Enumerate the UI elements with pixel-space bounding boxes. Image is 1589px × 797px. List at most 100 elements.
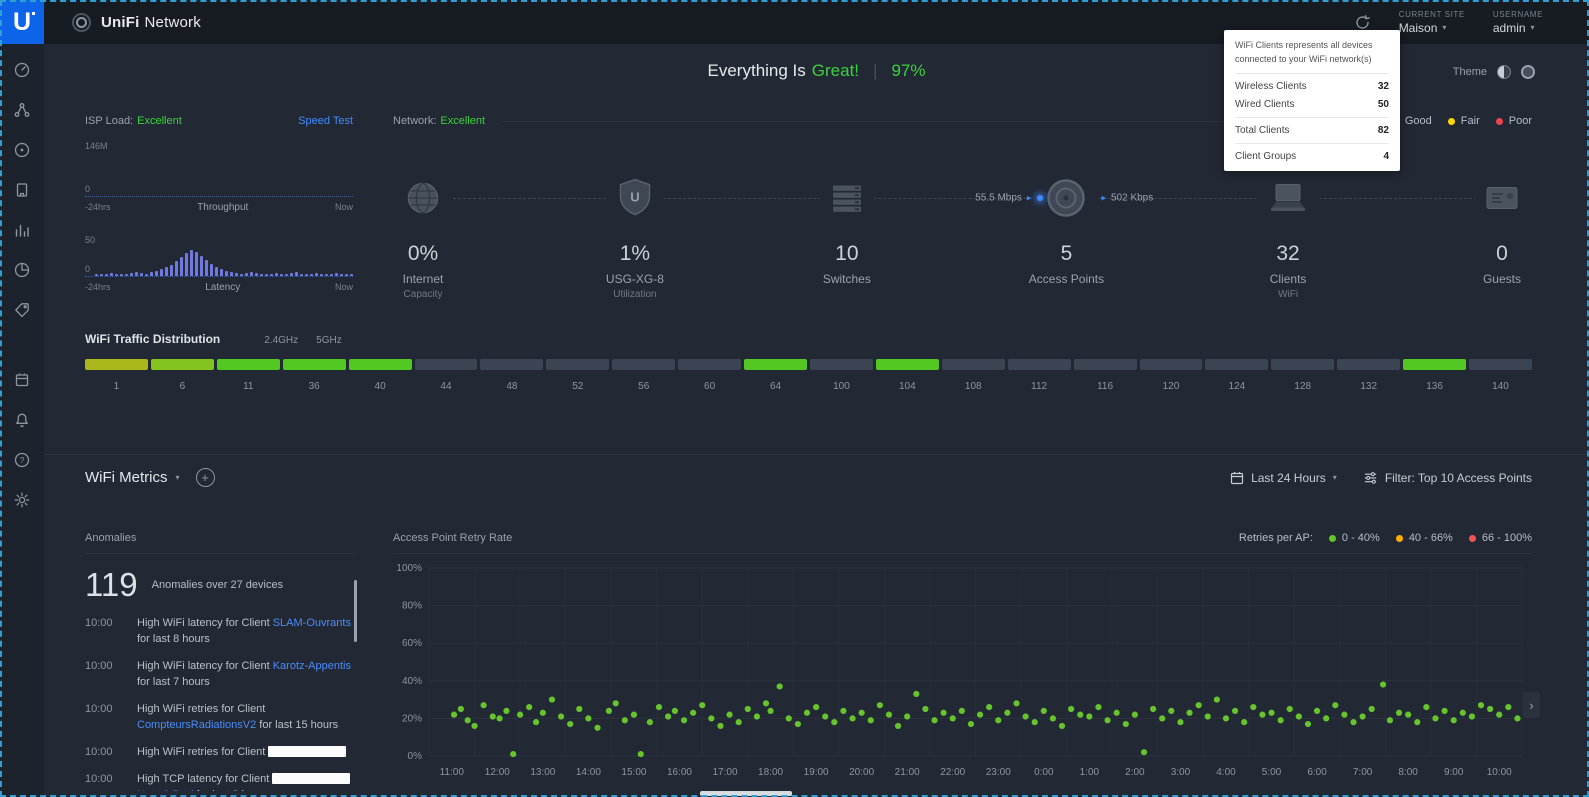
app-brand: UniFiNetwork: [72, 13, 201, 32]
horizontal-scrollbar[interactable]: [700, 791, 792, 796]
svg-text:23:00: 23:00: [986, 767, 1011, 778]
wifi-metrics-title: WiFi Metrics: [85, 469, 168, 486]
filter-selector[interactable]: Filter: Top 10 Access Points: [1363, 470, 1532, 485]
chevron-down-icon[interactable]: ▾: [176, 473, 180, 482]
current-site-selector[interactable]: CURRENT SITE Maison▾: [1399, 10, 1465, 35]
node-internet[interactable]: 0% Internet Capacity: [393, 167, 453, 300]
chevron-down-icon: ▾: [1442, 23, 1446, 32]
downlink-rate: 55.5 Mbps▸: [975, 193, 1031, 204]
sidebar-item-devices[interactable]: [0, 130, 44, 170]
node-clients[interactable]: 32 Clients WiFi: [1256, 167, 1320, 300]
bell-icon: [13, 411, 31, 429]
sidebar-item-clients[interactable]: [0, 170, 44, 210]
svg-text:U: U: [630, 190, 639, 205]
channel-labels: 1611364044485256606410010410811211612012…: [85, 381, 1532, 392]
add-metric-button[interactable]: +: [196, 468, 215, 487]
globe-icon: [404, 179, 442, 217]
refresh-icon[interactable]: [1354, 14, 1371, 31]
insights-icon: [13, 261, 31, 279]
svg-text:20:00: 20:00: [849, 767, 874, 778]
channel-36-segment: [283, 359, 346, 370]
anomalies-title: Anomalies: [85, 532, 357, 554]
svg-text:19:00: 19:00: [804, 767, 829, 778]
channel-label: 104: [876, 381, 939, 392]
theme-dark-toggle-icon[interactable]: [1521, 65, 1535, 79]
sidebar-item-alerts[interactable]: [0, 400, 44, 440]
ubiquiti-logo[interactable]: U: [0, 0, 44, 44]
sidebar-item-events[interactable]: [0, 360, 44, 400]
sidebar-item-help[interactable]: ?: [0, 440, 44, 480]
svg-text:5:00: 5:00: [1262, 767, 1282, 778]
chart-next-button[interactable]: ›: [1523, 692, 1540, 718]
sidebar-item-insights[interactable]: [0, 250, 44, 290]
svg-text:16:00: 16:00: [667, 767, 692, 778]
node-access-points[interactable]: 55.5 Mbps▸ ▸502 Kbps 5 Access Points: [1029, 167, 1104, 300]
time-range-selector[interactable]: Last 24 Hours ▾: [1230, 471, 1337, 485]
channel-label: 11: [217, 381, 280, 392]
svg-text:9:00: 9:00: [1444, 767, 1464, 778]
channel-label: 100: [810, 381, 873, 392]
channel-128-segment: [1271, 359, 1334, 370]
anomaly-text: High WiFi retries for Client: [137, 745, 346, 761]
svg-text:?: ?: [20, 455, 25, 465]
wifi-traffic-distribution: WiFi Traffic Distribution 2.4GHz5GHz 161…: [85, 332, 1532, 392]
uplink-dot-icon: [1037, 195, 1043, 201]
sidebar-item-dashboard[interactable]: [0, 50, 44, 90]
client-link[interactable]: CompteursRadiationsV2: [137, 719, 256, 731]
anomalies-panel: Anomalies 119 Anomalies over 27 devices …: [85, 532, 357, 791]
svg-text:0%: 0%: [408, 751, 423, 762]
node-switches[interactable]: 10 Switches: [817, 167, 877, 300]
anomaly-list-scrollbar[interactable]: [354, 580, 357, 642]
client-link[interactable]: Karotz-Appentis: [273, 660, 351, 672]
unifi-network-dashboard: { "topbar": { "brand_prefix": "UniFi", "…: [0, 0, 1589, 797]
sidebar-item-statistics[interactable]: [0, 210, 44, 250]
client-link[interactable]: Note 8 Pro(: [137, 789, 193, 792]
guests-badge-icon: [1485, 184, 1519, 212]
channel-label: 108: [942, 381, 1005, 392]
tooltip-row-total: Total Clients82: [1235, 118, 1389, 136]
health-legend: Good Fair Poor: [1392, 115, 1532, 127]
legend-poor: Poor: [1496, 115, 1532, 127]
svg-text:0:00: 0:00: [1034, 767, 1054, 778]
help-icon: ?: [13, 451, 31, 469]
channel-label: 136: [1403, 381, 1466, 392]
status-highlight: Great!: [812, 61, 859, 80]
channel-52-segment: [546, 359, 609, 370]
svg-text:4:00: 4:00: [1216, 767, 1236, 778]
latency-sparkline: 50 0 -24hrsLatencyNow: [85, 235, 353, 293]
channel-1-segment: [85, 359, 148, 370]
anomaly-summary: Anomalies over 27 devices: [152, 579, 283, 591]
theme-light-toggle-icon[interactable]: [1497, 65, 1511, 79]
channel-label: 36: [283, 381, 346, 392]
sidebar-item-tags[interactable]: [0, 290, 44, 330]
theme-control: Theme: [1453, 65, 1535, 79]
clients-icon: [13, 181, 31, 199]
sidebar-item-settings[interactable]: [0, 480, 44, 520]
channel-11-segment: [217, 359, 280, 370]
current-site-label: CURRENT SITE: [1399, 10, 1465, 19]
tag-icon: [13, 301, 31, 319]
svg-text:20%: 20%: [402, 713, 422, 724]
dashboard-icon: [13, 61, 31, 79]
svg-text:2:00: 2:00: [1125, 767, 1145, 778]
sidebar-item-topology[interactable]: [0, 90, 44, 130]
node-gateway[interactable]: U 1% USG-XG-8 Utilization: [605, 167, 665, 300]
username-label: USERNAME: [1493, 10, 1543, 19]
username-selector[interactable]: USERNAME admin▾: [1493, 10, 1543, 35]
svg-text:7:00: 7:00: [1353, 767, 1373, 778]
svg-text:22:00: 22:00: [940, 767, 965, 778]
anomaly-time: 10:00: [85, 745, 137, 761]
channel-label: 40: [349, 381, 412, 392]
anomaly-time: 10:00: [85, 772, 137, 791]
channel-140-segment: [1469, 359, 1532, 370]
uplink-rate: ▸502 Kbps: [1101, 193, 1153, 204]
wifi-clients-tooltip: WiFi Clients represents all devices conn…: [1224, 30, 1400, 171]
topology-icon: [13, 101, 31, 119]
speed-test-link[interactable]: Speed Test: [298, 115, 353, 127]
channel-label: 6: [151, 381, 214, 392]
channel-44-segment: [415, 359, 478, 370]
node-guests[interactable]: 0 Guests: [1472, 167, 1532, 300]
client-link[interactable]: SLAM-Ouvrants: [273, 617, 351, 629]
svg-text:3:00: 3:00: [1171, 767, 1191, 778]
channel-56-segment: [612, 359, 675, 370]
